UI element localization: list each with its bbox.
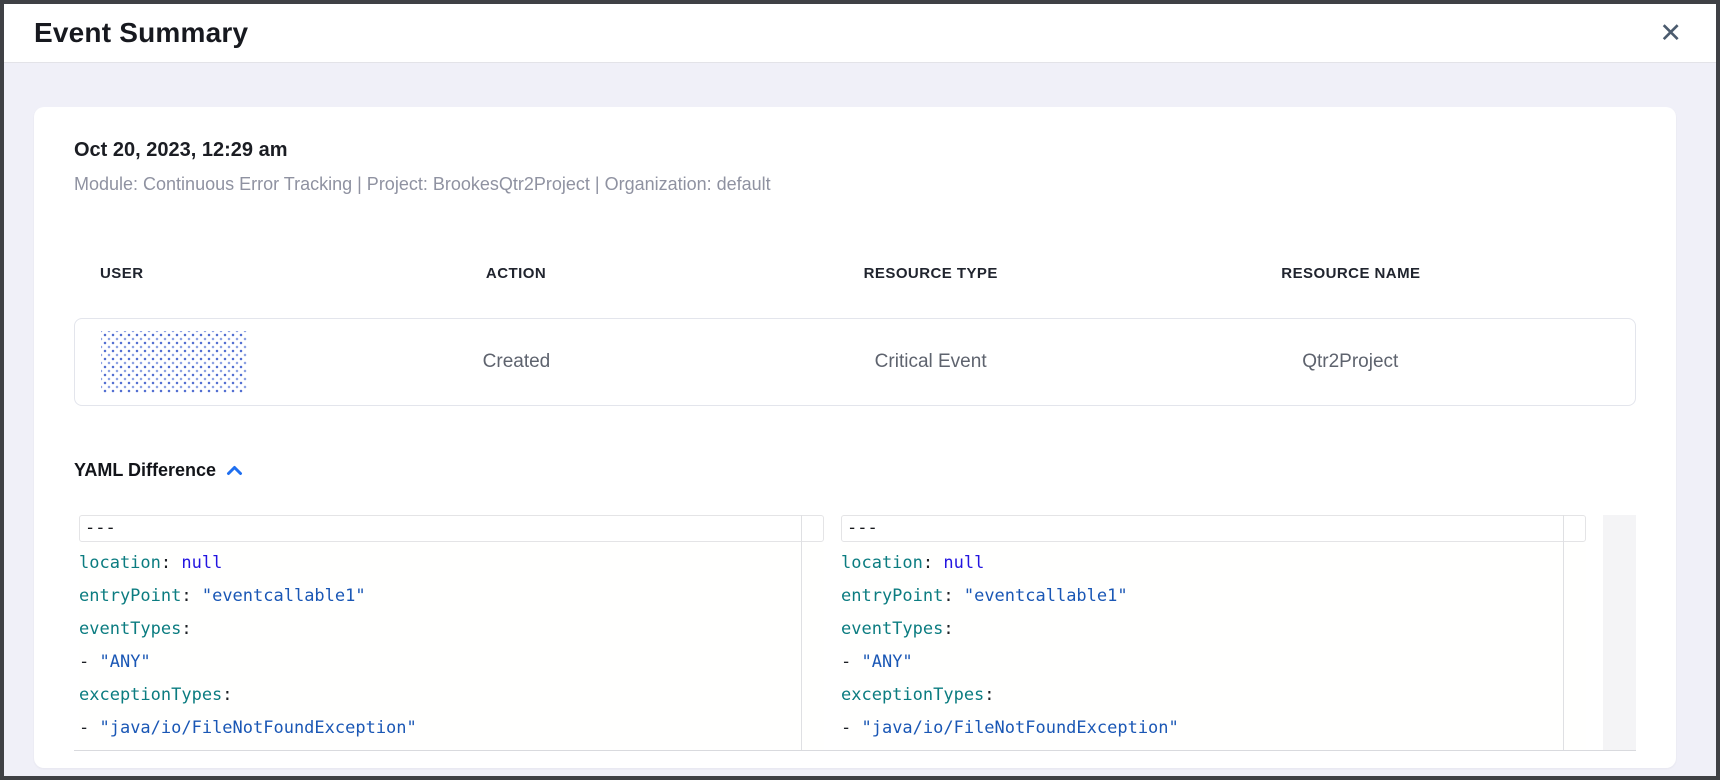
yaml-diff-view: ---location: nullentryPoint: "eventcalla… <box>74 515 1636 751</box>
user-cell <box>75 331 237 393</box>
close-button[interactable]: ✕ <box>1655 18 1686 49</box>
modal-header: Event Summary ✕ <box>4 4 1716 63</box>
event-card: Oct 20, 2023, 12:29 am Module: Continuou… <box>34 107 1676 768</box>
yaml-diff-right-pane[interactable]: --- location: nullentryPoint: "eventcalla… <box>841 515 1586 750</box>
yaml-line: - "ANY" <box>841 646 1586 679</box>
column-header-action: ACTION <box>236 265 795 282</box>
event-meta: Module: Continuous Error Tracking | Proj… <box>74 174 1636 195</box>
action-cell: Created <box>237 351 795 373</box>
close-icon: ✕ <box>1659 18 1682 48</box>
yaml-line: exceptionTypes: <box>841 679 1586 712</box>
yaml-line: location: null <box>79 547 824 580</box>
yaml-line: - "java/io/FileNotFoundException" <box>79 712 824 745</box>
audit-table-row: Created Critical Event Qtr2Project <box>74 318 1636 406</box>
yaml-line: eventTypes: <box>841 613 1586 646</box>
yaml-line: - "ANY" <box>79 646 824 679</box>
audit-table-header: USER ACTION RESOURCE TYPE RESOURCE NAME <box>74 265 1636 282</box>
yaml-difference-toggle[interactable]: YAML Difference <box>74 460 243 481</box>
diff-right-gutter <box>1603 515 1636 750</box>
yaml-line: entryPoint: "eventcallable1" <box>841 580 1586 613</box>
column-header-user: USER <box>74 265 236 282</box>
yaml-line: eventTypes: <box>79 613 824 646</box>
yaml-difference-label: YAML Difference <box>74 460 216 481</box>
column-header-resource-name: RESOURCE NAME <box>1066 265 1636 282</box>
yaml-line: --- <box>79 515 824 542</box>
modal-body: Oct 20, 2023, 12:29 am Module: Continuou… <box>4 63 1716 776</box>
yaml-diff-left-pane[interactable]: --- location: nullentryPoint: "eventcalla… <box>79 515 824 750</box>
event-summary-modal: Event Summary ✕ Oct 20, 2023, 12:29 am M… <box>0 0 1720 780</box>
yaml-line: location: null <box>841 547 1586 580</box>
page-title: Event Summary <box>34 17 248 49</box>
resource-type-cell: Critical Event <box>796 351 1066 373</box>
redacted-user-pattern <box>101 331 247 393</box>
resource-name-cell: Qtr2Project <box>1066 351 1635 373</box>
chevron-up-icon[interactable] <box>226 465 243 476</box>
yaml-line: - "java/io/FileNotFoundException" <box>841 712 1586 745</box>
event-timestamp: Oct 20, 2023, 12:29 am <box>74 139 1636 162</box>
yaml-line: entryPoint: "eventcallable1" <box>79 580 824 613</box>
yaml-line: exceptionTypes: <box>79 679 824 712</box>
yaml-line: --- <box>841 515 1586 542</box>
column-header-resource-type: RESOURCE TYPE <box>796 265 1066 282</box>
